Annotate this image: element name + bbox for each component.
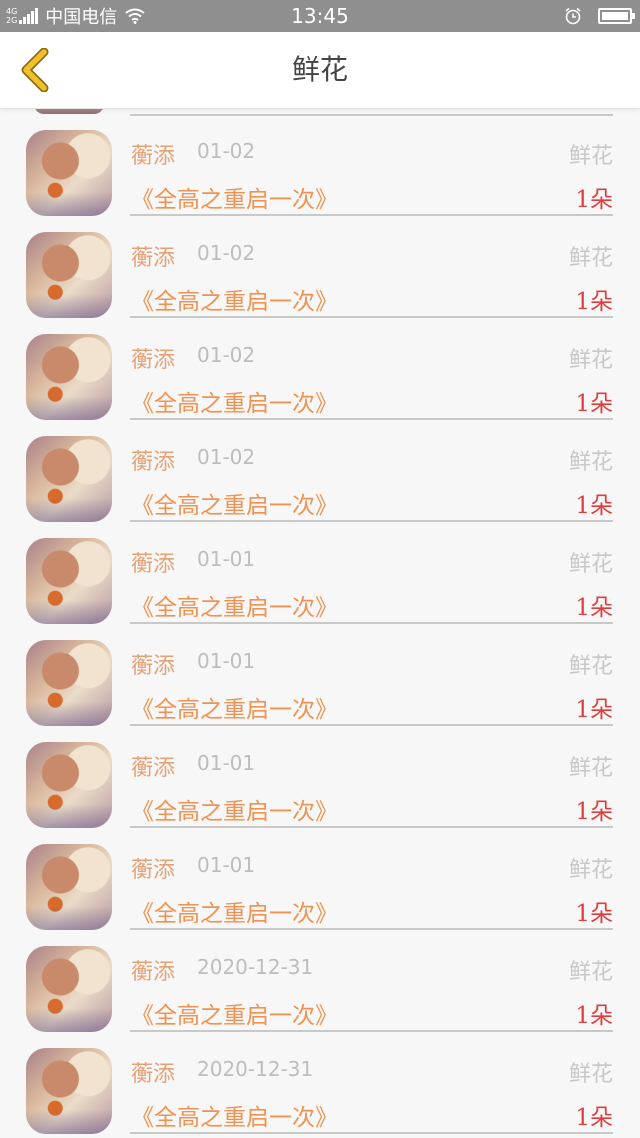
- gift-quantity: 1朵: [575, 595, 613, 621]
- gift-date: 01-02: [197, 343, 256, 367]
- gift-type: 鲜花: [568, 756, 613, 781]
- avatar[interactable]: [26, 844, 112, 930]
- list-item[interactable]: 蘅添 01-02 鲜花 《全高之重启一次》 1朵: [0, 414, 640, 522]
- gift-quantity: 1朵: [575, 901, 613, 927]
- avatar[interactable]: [26, 334, 112, 420]
- gift-date: 2020-12-31: [197, 955, 314, 979]
- avatar[interactable]: [26, 538, 112, 624]
- gift-type: 鲜花: [568, 552, 613, 577]
- list-item[interactable]: 蘅添 01-02 鲜花 《全高之重启一次》 1朵: [0, 312, 640, 420]
- gift-date: 01-01: [197, 547, 256, 571]
- gift-record-list[interactable]: 蘅添 01-02 鲜花 《全高之重启一次》 1朵 蘅添 01-02 鲜花 《全高…: [0, 108, 640, 1138]
- gift-date: 2020-12-31: [197, 1057, 314, 1081]
- book-title: 《全高之重启一次》: [131, 799, 338, 825]
- sender-name: 蘅添: [131, 756, 176, 781]
- avatar[interactable]: [26, 232, 112, 318]
- sender-name: 蘅添: [131, 1062, 176, 1087]
- avatar[interactable]: [26, 946, 112, 1032]
- gift-quantity: 1朵: [575, 1003, 613, 1029]
- sender-name: 蘅添: [131, 144, 176, 169]
- status-right: [564, 0, 635, 32]
- gift-type: 鲜花: [568, 144, 613, 169]
- gift-type: 鲜花: [568, 450, 613, 475]
- nav-bar: 鲜花: [0, 32, 640, 109]
- gift-date: 01-02: [197, 241, 256, 265]
- list-item[interactable]: 蘅添 01-01 鲜花 《全高之重启一次》 1朵: [0, 720, 640, 828]
- book-title: 《全高之重启一次》: [131, 289, 338, 315]
- gift-type: 鲜花: [568, 246, 613, 271]
- gift-quantity: 1朵: [575, 391, 613, 417]
- list-item[interactable]: 蘅添 01-02 鲜花 《全高之重启一次》 1朵: [0, 108, 640, 216]
- status-bar: 4G 2G 中国电信 13:45: [0, 0, 640, 32]
- gift-date: 01-02: [197, 445, 256, 469]
- book-title: 《全高之重启一次》: [131, 697, 338, 723]
- gift-type: 鲜花: [568, 960, 613, 985]
- sender-name: 蘅添: [131, 348, 176, 373]
- list-item[interactable]: 蘅添 2020-12-31 鲜花 《全高之重启一次》 1朵: [0, 1026, 640, 1134]
- sender-name: 蘅添: [131, 246, 176, 271]
- book-title: 《全高之重启一次》: [131, 1003, 338, 1029]
- gift-type: 鲜花: [568, 858, 613, 883]
- battery-icon: [598, 8, 635, 24]
- gift-date: 01-01: [197, 853, 256, 877]
- gift-quantity: 1朵: [575, 799, 613, 825]
- gift-date: 01-01: [197, 751, 256, 775]
- book-title: 《全高之重启一次》: [131, 187, 338, 213]
- alarm-icon: [565, 7, 581, 25]
- book-title: 《全高之重启一次》: [131, 493, 338, 519]
- list-item[interactable]: 蘅添 01-02 鲜花 《全高之重启一次》 1朵: [0, 210, 640, 318]
- gift-type: 鲜花: [568, 1062, 613, 1087]
- gift-date: 01-02: [197, 139, 256, 163]
- avatar[interactable]: [26, 1048, 112, 1134]
- avatar[interactable]: [26, 436, 112, 522]
- book-title: 《全高之重启一次》: [131, 391, 338, 417]
- list-item[interactable]: 蘅添 01-01 鲜花 《全高之重启一次》 1朵: [0, 618, 640, 726]
- status-time: 13:45: [291, 4, 349, 28]
- gift-quantity: 1朵: [575, 1105, 613, 1131]
- list-item[interactable]: 蘅添 01-01 鲜花 《全高之重启一次》 1朵: [0, 822, 640, 930]
- gift-quantity: 1朵: [575, 289, 613, 315]
- book-title: 《全高之重启一次》: [131, 1105, 338, 1131]
- list-item[interactable]: 蘅添 01-01 鲜花 《全高之重启一次》 1朵: [0, 516, 640, 624]
- list-item[interactable]: 蘅添 2020-12-31 鲜花 《全高之重启一次》 1朵: [0, 924, 640, 1032]
- page-title: 鲜花: [291, 53, 348, 86]
- gift-type: 鲜花: [568, 654, 613, 679]
- avatar[interactable]: [26, 742, 112, 828]
- sender-name: 蘅添: [131, 552, 176, 577]
- sender-name: 蘅添: [131, 450, 176, 475]
- gift-quantity: 1朵: [575, 187, 613, 213]
- avatar[interactable]: [26, 130, 112, 216]
- gift-type: 鲜花: [568, 348, 613, 373]
- book-title: 《全高之重启一次》: [131, 901, 338, 927]
- book-title: 《全高之重启一次》: [131, 595, 338, 621]
- sender-name: 蘅添: [131, 654, 176, 679]
- avatar[interactable]: [26, 640, 112, 726]
- sender-name: 蘅添: [131, 960, 176, 985]
- gift-quantity: 1朵: [575, 697, 613, 723]
- sender-name: 蘅添: [131, 858, 176, 883]
- row-divider: [130, 1132, 613, 1134]
- gift-date: 01-01: [197, 649, 256, 673]
- gift-quantity: 1朵: [575, 493, 613, 519]
